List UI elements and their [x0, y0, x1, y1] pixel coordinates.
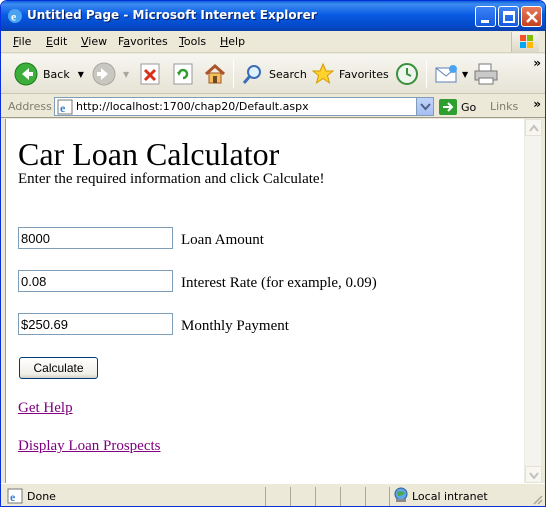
star-icon: [311, 62, 335, 85]
go-button[interactable]: Go: [439, 98, 476, 116]
back-button[interactable]: Back ▼: [13, 59, 84, 89]
menu-favorites-label: vorites: [130, 35, 168, 48]
menu-edit[interactable]: Edit: [46, 35, 67, 48]
windows-logo-icon: [511, 32, 539, 52]
chevron-down-icon: [420, 103, 431, 111]
loan-amount-input[interactable]: [18, 227, 173, 249]
mail-dropdown-icon[interactable]: ▼: [462, 70, 468, 79]
menu-bar: File Edit View Favorites Tools Help: [1, 31, 545, 53]
toolbar: Back ▼ ▼ Search Favorites ▼ »: [1, 54, 545, 94]
close-button[interactable]: [521, 6, 542, 27]
links-overflow-chevron-icon[interactable]: »: [533, 97, 541, 111]
menu-edit-mnemonic: E: [46, 35, 53, 48]
instructions-text: Enter the required information and click…: [18, 171, 325, 187]
refresh-icon: [173, 63, 193, 85]
forward-dropdown-icon[interactable]: ▼: [123, 70, 129, 79]
menu-help[interactable]: Help: [220, 35, 245, 48]
window-title: Untitled Page - Microsoft Internet Explo…: [27, 8, 317, 22]
back-dropdown-icon[interactable]: ▼: [78, 70, 84, 79]
menu-edit-label: dit: [52, 35, 68, 48]
favorites-label: Favorites: [339, 67, 389, 81]
search-button[interactable]: Search: [241, 59, 307, 89]
links-toolbar[interactable]: Links: [490, 100, 518, 113]
chevron-down-icon: [529, 472, 539, 479]
history-button[interactable]: [394, 59, 420, 89]
search-icon: [242, 65, 261, 84]
interest-rate-label: Interest Rate (for example, 0.09): [181, 275, 377, 291]
interest-rate-input[interactable]: [18, 270, 173, 292]
minimize-button[interactable]: [475, 6, 496, 27]
status-pane-divider: [265, 487, 266, 506]
vertical-scrollbar[interactable]: [524, 119, 542, 483]
page-title: Car Loan Calculator: [18, 136, 280, 172]
svg-text:e: e: [60, 101, 66, 115]
svg-text:e: e: [10, 490, 16, 504]
status-pane-divider: [365, 487, 366, 506]
status-text: Done: [27, 490, 56, 503]
display-loan-prospects-link[interactable]: Display Loan Prospects: [18, 438, 160, 455]
status-pane-divider: [340, 487, 341, 506]
ie-logo-icon: e: [8, 9, 22, 24]
address-label: Address: [8, 100, 52, 113]
page-icon: e: [57, 99, 73, 115]
home-button[interactable]: [203, 59, 227, 89]
menu-favorites[interactable]: Favorites: [118, 35, 168, 48]
security-zone-text: Local intranet: [412, 490, 488, 503]
toolbar-separator: [233, 60, 234, 88]
scroll-up-button[interactable]: [525, 119, 542, 136]
monthly-payment-input[interactable]: [18, 313, 173, 335]
back-arrow-icon: [14, 62, 38, 86]
print-button[interactable]: [473, 59, 499, 89]
menu-file[interactable]: File: [13, 35, 31, 48]
resize-grip-icon[interactable]: [531, 493, 543, 505]
stop-button[interactable]: [139, 59, 161, 89]
address-bar: Address e http://localhost:1700/chap20/D…: [1, 95, 545, 118]
minimize-icon: [481, 20, 489, 23]
address-input[interactable]: e http://localhost:1700/chap20/Default.a…: [54, 97, 434, 116]
status-pane-divider: [315, 487, 316, 506]
go-label: Go: [461, 100, 477, 114]
mail-icon: [435, 65, 457, 83]
menu-help-label: elp: [228, 35, 246, 48]
loan-amount-label: Loan Amount: [181, 232, 264, 248]
forward-button[interactable]: ▼: [91, 59, 129, 89]
toolbar-overflow-chevron-icon[interactable]: »: [533, 56, 541, 70]
menu-file-label: ile: [18, 35, 32, 48]
page-content: Car Loan Calculator Enter the required i…: [5, 119, 524, 483]
maximize-icon: [503, 11, 515, 23]
menu-view[interactable]: View: [81, 35, 107, 48]
browser-window: e Untitled Page - Microsoft Internet Exp…: [0, 0, 546, 507]
maximize-button[interactable]: [498, 6, 519, 27]
chevron-up-icon: [529, 124, 539, 132]
menu-tools-label: ools: [183, 35, 207, 48]
svg-text:e: e: [11, 10, 17, 24]
page-done-icon: e: [7, 488, 23, 504]
favorites-button[interactable]: Favorites: [311, 59, 389, 89]
close-icon: [526, 11, 538, 23]
stop-icon: [140, 63, 160, 85]
menu-view-label: iew: [88, 35, 108, 48]
scroll-down-button[interactable]: [525, 466, 542, 483]
search-label: Search: [269, 67, 307, 81]
globe-icon: [394, 487, 408, 502]
title-bar[interactable]: e Untitled Page - Microsoft Internet Exp…: [1, 1, 545, 31]
history-icon: [396, 63, 418, 85]
monthly-payment-label: Monthly Payment: [181, 318, 289, 334]
menu-tools[interactable]: Tools: [179, 35, 206, 48]
back-label: Back: [43, 67, 70, 81]
toolbar-separator: [426, 60, 427, 88]
refresh-button[interactable]: [172, 59, 194, 89]
home-icon: [205, 63, 225, 84]
address-dropdown-button[interactable]: [416, 98, 433, 115]
status-pane-divider: [290, 487, 291, 506]
go-arrow-icon: [439, 99, 457, 115]
mail-button[interactable]: ▼: [434, 59, 468, 89]
get-help-link[interactable]: Get Help: [18, 400, 73, 417]
forward-arrow-icon: [92, 62, 116, 86]
address-url: http://localhost:1700/chap20/Default.asp…: [76, 100, 309, 113]
calculate-button[interactable]: Calculate: [19, 357, 98, 379]
status-bar: e Done Local intranet: [1, 483, 545, 506]
printer-icon: [474, 63, 498, 85]
status-pane-divider: [389, 487, 390, 506]
